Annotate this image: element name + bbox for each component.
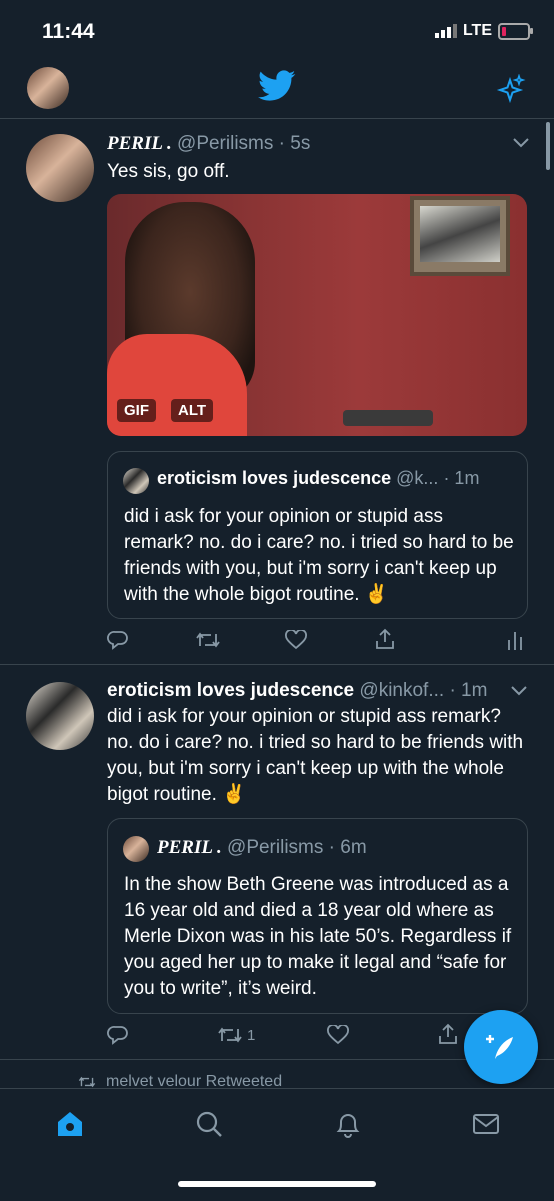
quoted-tweet[interactable]: eroticism loves judescence @k... · 1m di… — [107, 451, 528, 619]
quote-display-name: PERIL . — [157, 837, 222, 858]
scrollbar[interactable] — [546, 122, 550, 170]
share-icon — [439, 1023, 457, 1044]
display-name[interactable]: PERIL . — [107, 133, 172, 154]
alt-badge[interactable]: ALT — [171, 399, 214, 422]
quote-text: In the show Beth Greene was introduced a… — [124, 874, 512, 999]
retweet-icon — [196, 632, 220, 648]
reply-icon — [107, 1026, 128, 1045]
reply-icon — [107, 631, 128, 650]
tweet-actions: 1 — [107, 1023, 467, 1049]
tweet-text: did i ask for your opinion or stupid ass… — [107, 706, 524, 805]
sparkle-icon[interactable] — [496, 73, 526, 109]
analytics-button[interactable] — [507, 630, 523, 650]
retweet-button[interactable] — [195, 630, 221, 650]
twitter-bird-icon[interactable] — [258, 70, 296, 107]
quote-header: PERIL . @Perilisms · 6m — [157, 837, 367, 859]
handle[interactable]: @Perilisms — [177, 133, 273, 154]
reply-button[interactable] — [107, 630, 129, 650]
quote-avatar — [123, 836, 149, 862]
network-label: LTE — [462, 22, 492, 39]
tweet-divider — [0, 664, 554, 665]
quote-timestamp: · 6m — [328, 837, 367, 858]
tweet-actions — [107, 628, 527, 654]
tweet-header: eroticism loves judescence @kinkof... · … — [107, 680, 487, 702]
messages-mail-icon[interactable] — [471, 1109, 501, 1144]
share-button[interactable] — [437, 1023, 459, 1045]
profile-avatar[interactable] — [27, 67, 69, 109]
quote-handle: @k... — [396, 468, 439, 488]
gif-badge: GIF — [117, 399, 156, 422]
quote-text: did i ask for your opinion or stupid ass… — [124, 506, 514, 605]
home-indicator — [178, 1181, 376, 1187]
timestamp: · 5s — [278, 133, 311, 154]
chevron-down-icon[interactable] — [512, 136, 530, 155]
signal-icon — [434, 24, 457, 38]
timestamp: · 1m — [449, 680, 488, 701]
retweet-button[interactable]: 1 — [217, 1025, 255, 1045]
quote-header: eroticism loves judescence @k... · 1m — [157, 468, 479, 489]
battery-icon — [498, 22, 533, 40]
search-icon[interactable] — [194, 1109, 224, 1144]
share-button[interactable] — [374, 628, 396, 650]
quote-timestamp: · 1m — [443, 468, 480, 488]
tweet-avatar[interactable] — [26, 134, 94, 202]
reply-button[interactable] — [107, 1025, 129, 1045]
retweet-icon — [78, 1076, 96, 1088]
status-indicators: LTE — [434, 22, 533, 40]
retweet-count: 1 — [247, 1026, 256, 1044]
share-icon — [376, 628, 394, 649]
analytics-icon — [508, 632, 522, 650]
tweet-header: PERIL . @Perilisms · 5s — [107, 133, 310, 155]
tweet-text: Yes sis, go off. — [107, 161, 230, 182]
compose-icon — [486, 1035, 513, 1059]
tweet-avatar[interactable] — [26, 682, 94, 750]
tweet-gif[interactable]: GIF ALT — [107, 194, 527, 436]
quoted-tweet[interactable]: PERIL . @Perilisms · 6m In the show Beth… — [107, 818, 528, 1014]
heart-icon — [327, 1025, 349, 1045]
handle[interactable]: @kinkof... — [359, 680, 444, 701]
retweet-icon — [218, 1027, 242, 1043]
home-icon[interactable] — [55, 1109, 85, 1144]
like-button[interactable] — [285, 630, 307, 650]
notifications-bell-icon[interactable] — [333, 1109, 363, 1144]
display-name[interactable]: eroticism loves judescence — [107, 680, 354, 701]
quote-avatar — [123, 468, 149, 494]
gif-object — [343, 410, 433, 426]
header-divider — [0, 118, 554, 119]
chevron-down-icon[interactable] — [510, 684, 528, 703]
heart-icon — [285, 630, 307, 650]
gif-picture-frame — [410, 196, 510, 276]
compose-tweet-button[interactable] — [464, 1010, 538, 1084]
like-button[interactable] — [327, 1025, 349, 1045]
status-time: 11:44 — [42, 20, 95, 43]
quote-handle: @Perilisms — [227, 837, 324, 858]
quote-display-name: eroticism loves judescence — [157, 468, 392, 488]
